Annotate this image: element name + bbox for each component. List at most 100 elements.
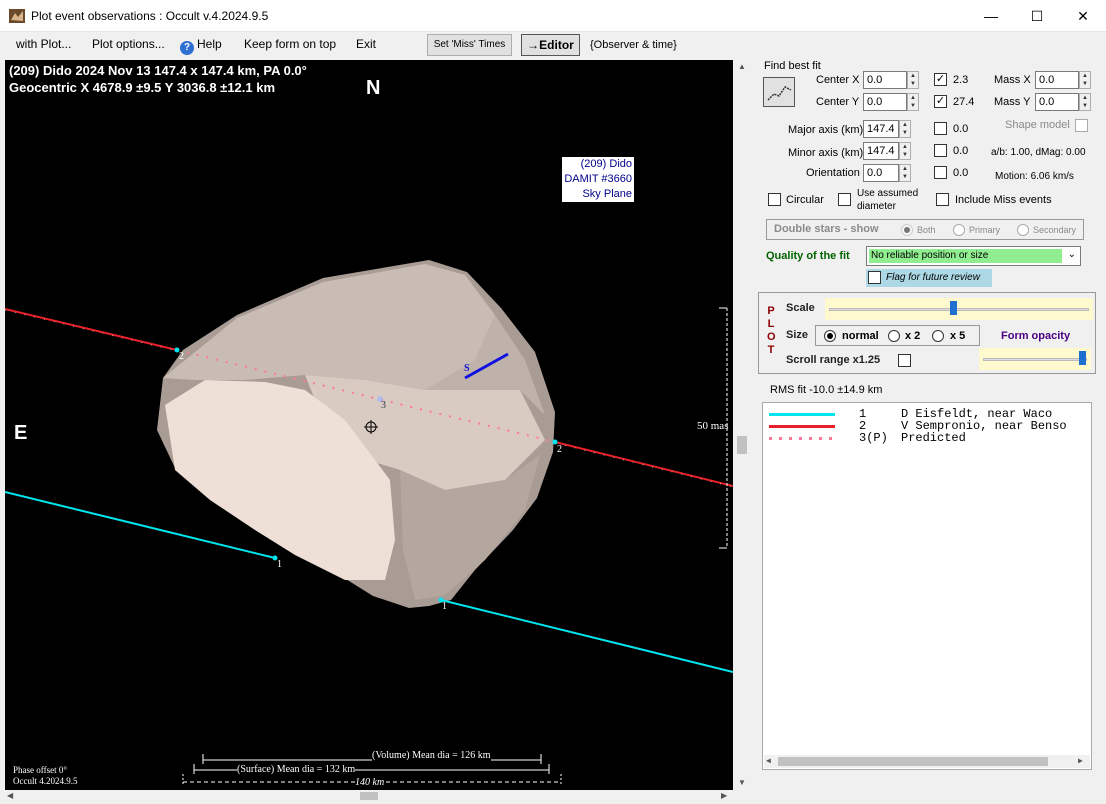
legend-horizontal-scrollbar[interactable]: ◀ ▶ bbox=[764, 755, 1090, 768]
chord-label: 1 bbox=[277, 559, 282, 570]
scroll-thumb[interactable] bbox=[360, 792, 378, 800]
east-label: E bbox=[14, 422, 28, 444]
plot-settings-group: P L O T Scale Size normal x 2 x 5 Form o… bbox=[758, 292, 1096, 374]
legend-line bbox=[769, 425, 835, 428]
scroll-range-label: Scroll range x1.25 bbox=[786, 354, 881, 366]
object-label-box: (209) Dido DAMIT #3660 Sky Plane bbox=[562, 157, 634, 202]
form-opacity-slider[interactable] bbox=[979, 348, 1091, 370]
size-x5-radio[interactable] bbox=[932, 330, 944, 342]
center-y-spinner[interactable]: ▲ ▼ bbox=[907, 93, 919, 111]
asteroid-shape bbox=[157, 260, 555, 608]
scroll-up-icon[interactable]: ▲ bbox=[738, 62, 746, 71]
major-axis-spinner[interactable]: ▲ ▼ bbox=[899, 120, 911, 138]
scroll-right-icon[interactable]: ▶ bbox=[1078, 756, 1083, 766]
close-button[interactable]: ✕ bbox=[1060, 0, 1106, 32]
use-assumed-label-line2: diameter bbox=[857, 201, 896, 212]
legend-row[interactable]: 3(P) Predicted bbox=[763, 431, 1093, 445]
minor-axis-spinner[interactable]: ▲ ▼ bbox=[899, 142, 911, 160]
use-assumed-label: Use assumed bbox=[857, 188, 919, 199]
quality-value: No reliable position or size bbox=[869, 249, 1062, 263]
quality-dropdown[interactable]: No reliable position or size ⌄ bbox=[866, 246, 1081, 266]
center-y-checkbox[interactable]: ✓ bbox=[934, 95, 947, 108]
scroll-left-icon[interactable]: ◀ bbox=[766, 756, 771, 766]
center-y-input[interactable]: 0.0 bbox=[863, 93, 907, 111]
primary-radio[interactable] bbox=[953, 224, 965, 236]
circular-checkbox[interactable] bbox=[768, 193, 781, 206]
use-assumed-checkbox[interactable] bbox=[838, 193, 851, 206]
mass-x-input[interactable]: 0.0 bbox=[1035, 71, 1079, 89]
scroll-range-checkbox[interactable] bbox=[898, 354, 911, 367]
scroll-thumb[interactable] bbox=[737, 436, 747, 454]
scroll-thumb[interactable] bbox=[778, 757, 1048, 766]
plot-letter: T bbox=[767, 344, 775, 356]
menu-plot-options[interactable]: Plot options... bbox=[92, 37, 165, 51]
maximize-button[interactable]: ☐ bbox=[1014, 0, 1060, 32]
observer-time-label[interactable]: {Observer & time} bbox=[590, 39, 677, 51]
scroll-right-icon[interactable]: ▶ bbox=[721, 791, 727, 800]
major-axis-checkbox[interactable] bbox=[934, 122, 947, 135]
orientation-checkbox[interactable] bbox=[934, 166, 947, 179]
chevron-down-icon: ⌄ bbox=[1067, 249, 1076, 260]
chord-label: 1 bbox=[442, 601, 447, 612]
mass-x-spinner[interactable]: ▲ ▼ bbox=[1079, 71, 1091, 89]
minimize-button[interactable]: — bbox=[968, 0, 1014, 32]
s-marker-label: S bbox=[464, 363, 470, 374]
both-radio[interactable] bbox=[901, 224, 913, 236]
size-normal-radio[interactable] bbox=[824, 330, 836, 342]
plot-canvas[interactable]: (209) Dido 2024 Nov 13 147.4 x 147.4 km,… bbox=[5, 60, 733, 790]
object-name-label: (209) Dido bbox=[580, 158, 632, 170]
menu-help[interactable]: ? Help bbox=[180, 37, 222, 55]
major-axis-input[interactable]: 147.4 bbox=[863, 120, 899, 138]
app-icon bbox=[9, 9, 25, 23]
find-best-fit-button[interactable] bbox=[763, 77, 795, 107]
mass-y-input[interactable]: 0.0 bbox=[1035, 93, 1079, 111]
mass-y-spinner[interactable]: ▲ ▼ bbox=[1079, 93, 1091, 111]
north-label: N bbox=[366, 77, 381, 99]
size-x2-radio[interactable] bbox=[888, 330, 900, 342]
chord-legend-list[interactable]: 1 D Eisfeldt, near Waco 2 V Sempronio, n… bbox=[762, 402, 1092, 770]
flag-review-group: Flag for future review bbox=[866, 269, 992, 287]
minor-axis-input[interactable]: 147.4 bbox=[863, 142, 899, 160]
center-x-input[interactable]: 0.0 bbox=[863, 71, 907, 89]
plot-vertical-scrollbar[interactable]: ▲ ▼ bbox=[736, 60, 748, 790]
editor-button[interactable]: →Editor bbox=[521, 34, 580, 56]
orientation-spinner[interactable]: ▲ ▼ bbox=[899, 164, 911, 182]
minor-axis-checkbox[interactable] bbox=[934, 144, 947, 157]
center-y-label: Center Y bbox=[816, 96, 860, 108]
minor-axis-fit-value: 0.0 bbox=[953, 145, 969, 157]
both-label: Both bbox=[917, 225, 936, 235]
scale-label: Scale bbox=[786, 302, 815, 314]
set-miss-times-button[interactable]: Set 'Miss' Times bbox=[427, 34, 512, 56]
center-x-checkbox[interactable]: ✓ bbox=[934, 73, 947, 86]
shape-model-checkbox[interactable] bbox=[1075, 119, 1088, 132]
menu-keep-on-top[interactable]: Keep form on top bbox=[244, 37, 336, 51]
chord-label: 2 bbox=[557, 444, 562, 455]
scroll-down-icon[interactable]: ▼ bbox=[738, 778, 746, 787]
flag-review-checkbox[interactable] bbox=[868, 271, 881, 284]
include-miss-label: Include Miss events bbox=[955, 194, 1052, 206]
minor-axis-label: Minor axis (km) bbox=[788, 147, 864, 159]
volume-dia-label: (Volume) Mean dia = 126 km bbox=[372, 750, 491, 761]
include-miss-checkbox[interactable] bbox=[936, 193, 949, 206]
menu-with-plot[interactable]: with Plot... bbox=[16, 37, 71, 51]
version-label: Occult 4.2024.9.5 bbox=[13, 776, 78, 786]
center-y-fit-value: 27.4 bbox=[953, 96, 975, 108]
orientation-input[interactable]: 0.0 bbox=[863, 164, 899, 182]
secondary-label: Secondary bbox=[1033, 225, 1077, 235]
center-x-label: Center X bbox=[816, 74, 860, 86]
chord-label: 2 bbox=[179, 351, 184, 362]
menu-exit[interactable]: Exit bbox=[356, 37, 376, 51]
help-icon: ? bbox=[180, 41, 194, 55]
scroll-left-icon[interactable]: ◀ bbox=[7, 791, 13, 800]
phase-offset-label: Phase offset 0° bbox=[13, 765, 67, 775]
menu-help-label: Help bbox=[197, 37, 222, 51]
plot-horizontal-scrollbar[interactable]: ◀ ▶ bbox=[5, 790, 733, 802]
scale-slider[interactable] bbox=[825, 298, 1093, 320]
center-x-spinner[interactable]: ▲ ▼ bbox=[907, 71, 919, 89]
plot-vertical-label: P L O T bbox=[767, 305, 776, 357]
secondary-radio[interactable] bbox=[1017, 224, 1029, 236]
orientation-label: Orientation bbox=[806, 167, 860, 179]
legend-line bbox=[769, 437, 835, 440]
flag-review-label: Flag for future review bbox=[886, 272, 980, 283]
center-x-fit-value: 2.3 bbox=[953, 74, 969, 86]
